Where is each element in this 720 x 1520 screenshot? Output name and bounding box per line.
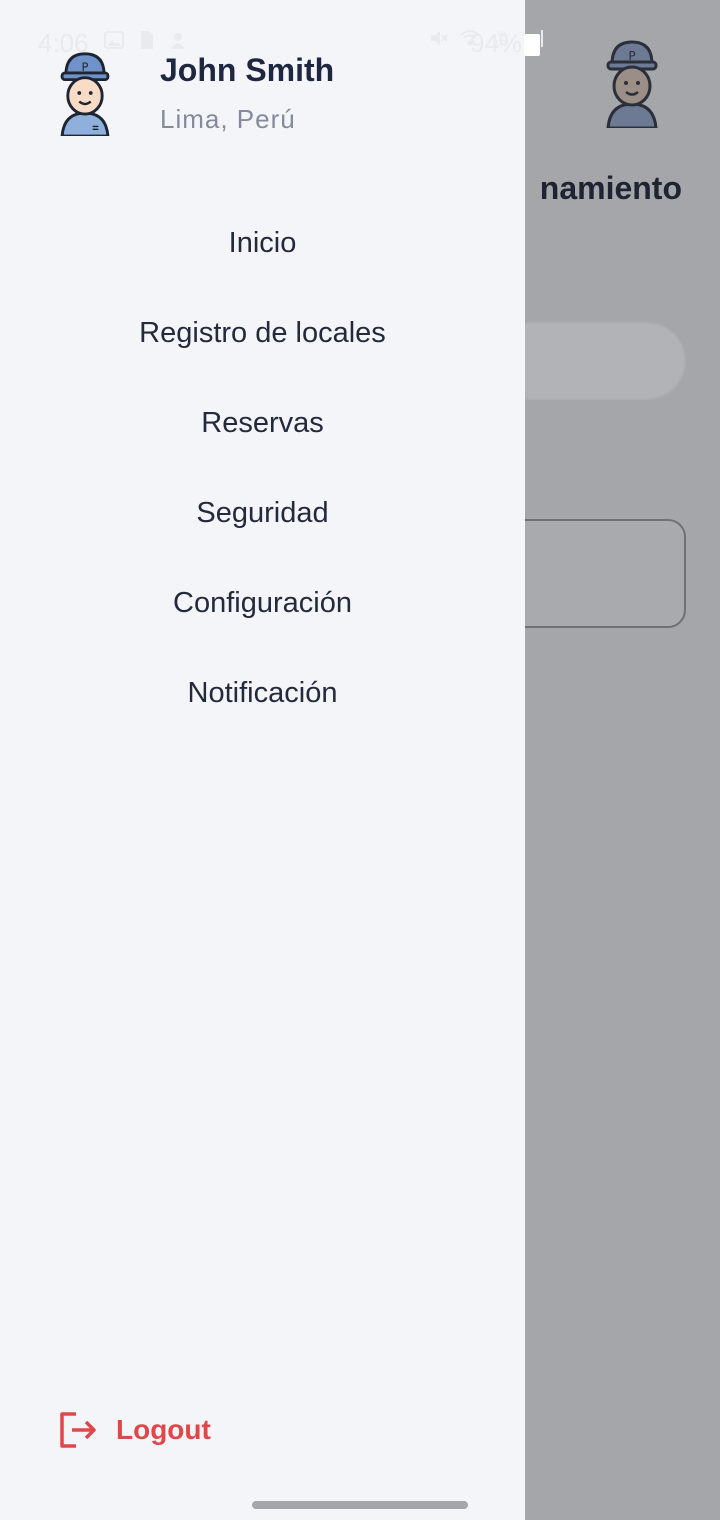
menu-item-seguridad[interactable]: Seguridad (0, 468, 525, 558)
status-bar: 4:06 Vo LTE 94% (0, 24, 720, 64)
menu-item-configuracion[interactable]: Configuración (0, 558, 525, 648)
menu-item-reservas[interactable]: Reservas (0, 378, 525, 468)
logout-button[interactable]: Logout (58, 1410, 211, 1450)
logout-label: Logout (116, 1414, 211, 1445)
gallery-icon (104, 31, 124, 49)
status-time: 4:06 (38, 28, 89, 58)
app-notification-icon (171, 33, 185, 49)
menu-item-registro-de-locales[interactable]: Registro de locales (0, 288, 525, 378)
menu-item-inicio[interactable]: Inicio (0, 198, 525, 288)
navigation-drawer: P John Smith Lima, Perú Inicio Registro … (0, 0, 525, 1520)
battery-charging-icon (524, 34, 540, 56)
user-location: Lima, Perú (160, 104, 296, 134)
mute-icon (431, 31, 448, 45)
logout-icon (60, 1412, 96, 1448)
status-notification-icons (104, 30, 188, 50)
menu-item-notificacion[interactable]: Notificación (0, 648, 525, 738)
drawer-menu: Inicio Registro de locales Reservas Segu… (0, 198, 525, 738)
battery-percentage: 94% (470, 28, 523, 58)
home-indicator[interactable] (252, 1501, 468, 1509)
sim-icon (141, 31, 153, 49)
